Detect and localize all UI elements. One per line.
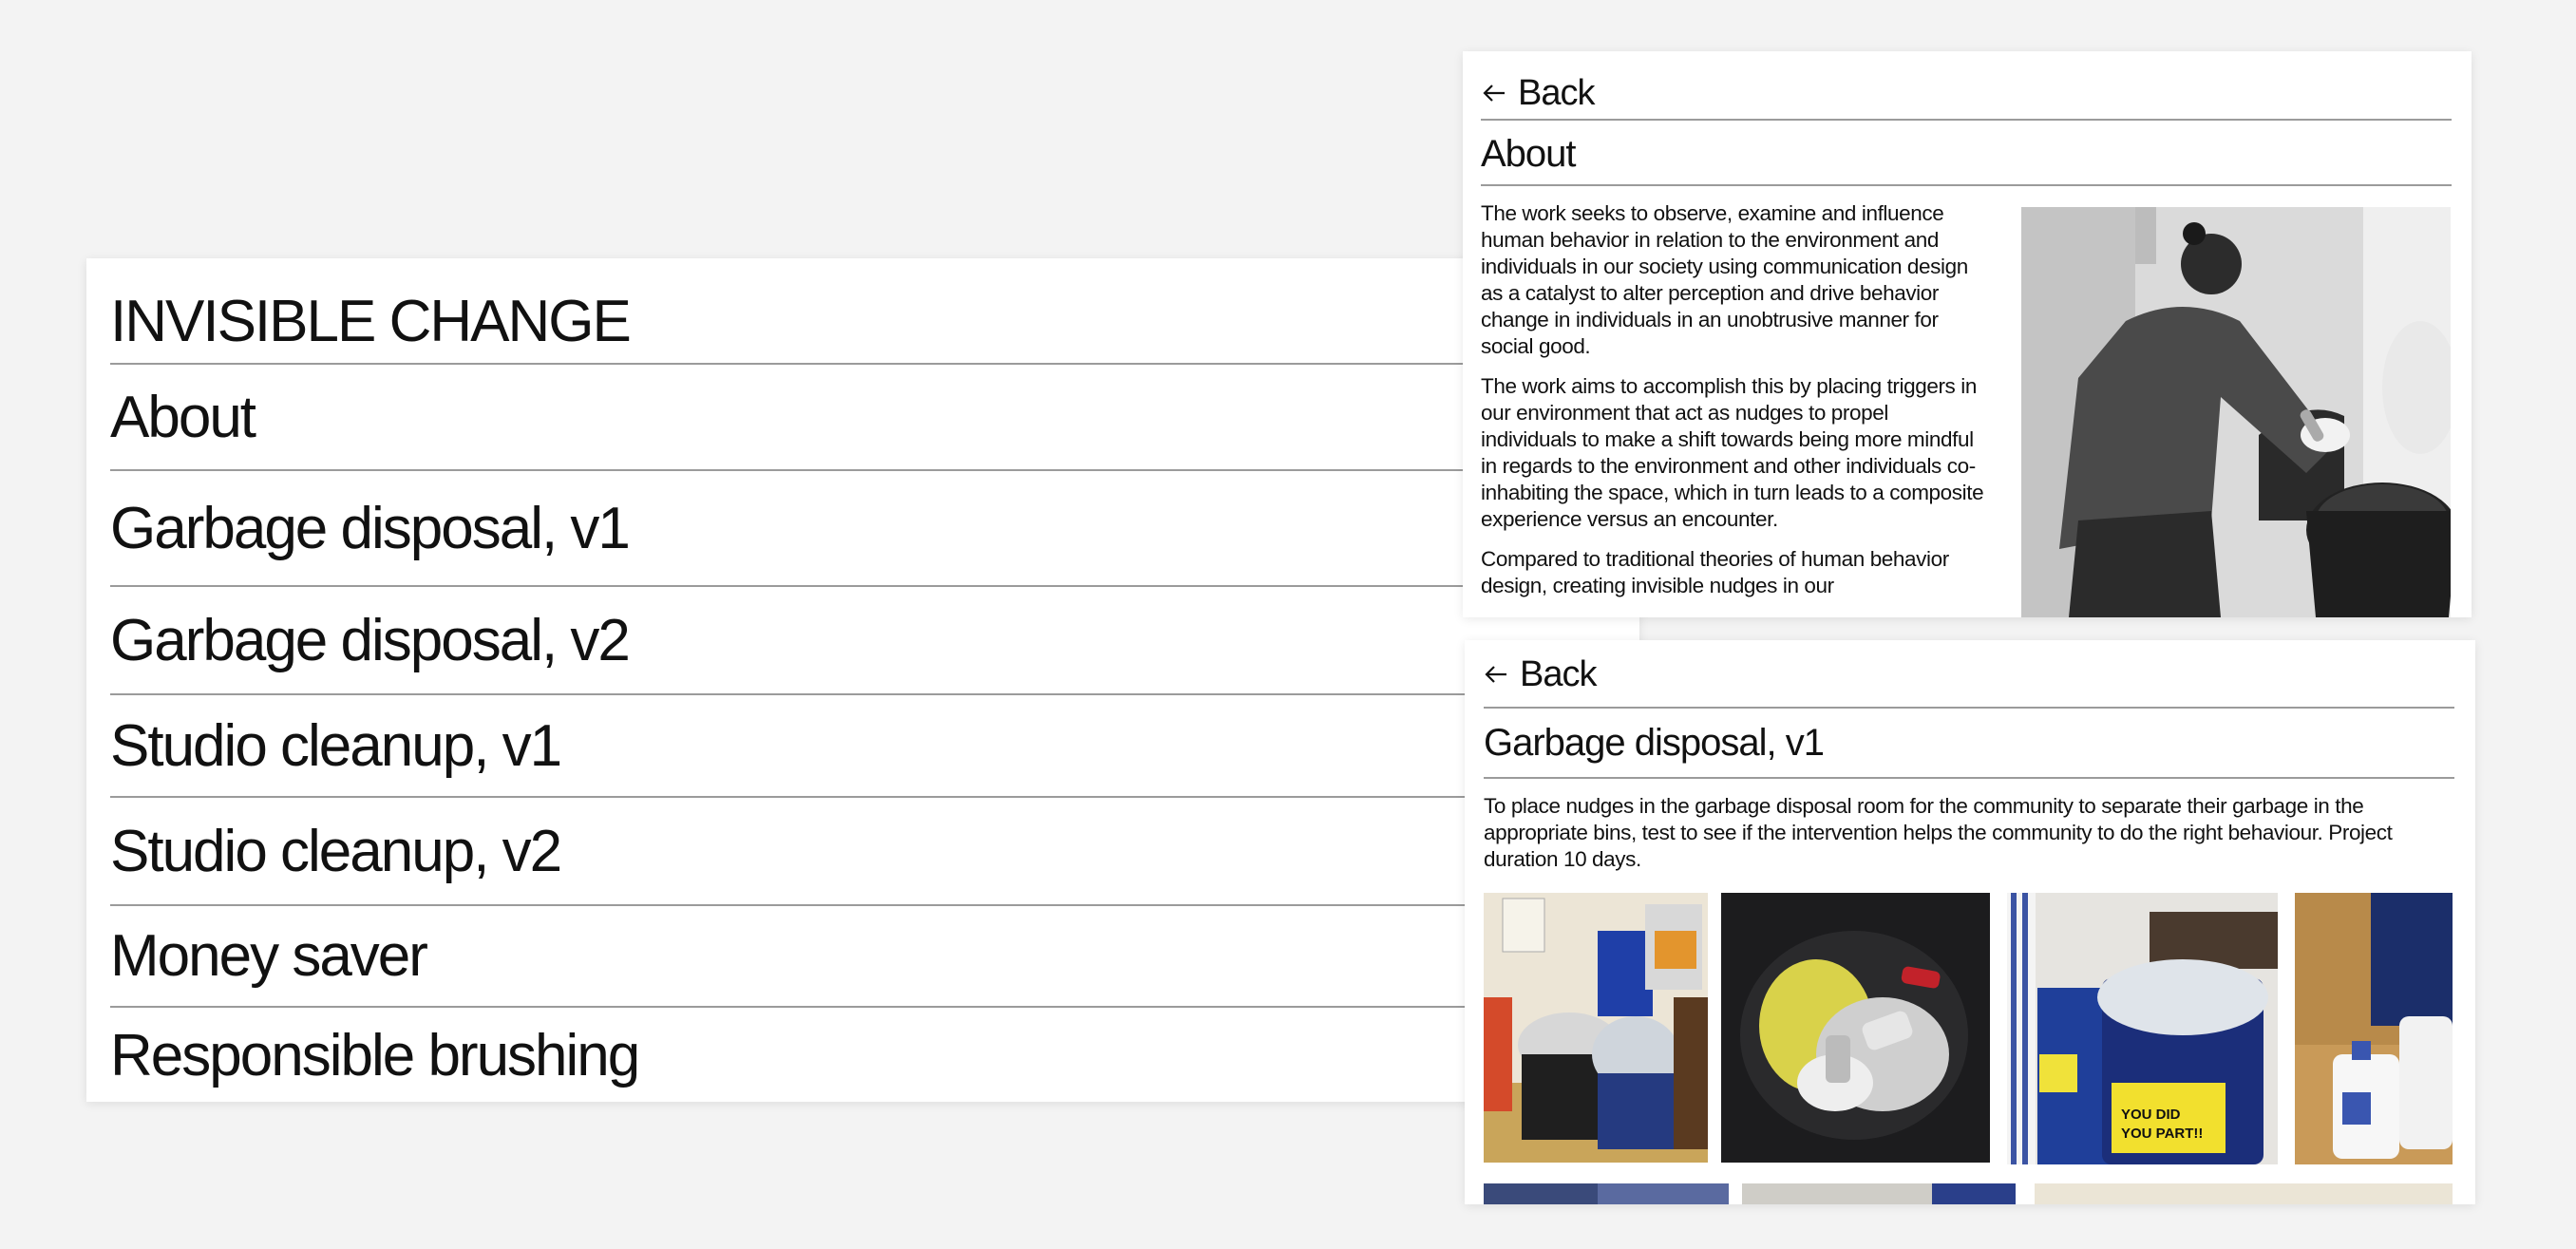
back-label: Back: [1518, 72, 1595, 113]
site-title[interactable]: INVISIBLE CHANGE: [110, 258, 1620, 365]
about-panel: Back About The work seeks to observe, ex…: [1463, 51, 2472, 617]
about-text: The work seeks to observe, examine and i…: [1481, 200, 1984, 613]
back-button[interactable]: Back: [1480, 66, 1595, 120]
menu-item-about[interactable]: About: [110, 365, 1620, 471]
gallery-photo-blue-bin-sign[interactable]: YOU DID YOU PART!!: [2007, 893, 2278, 1164]
arrow-left-icon: [1485, 666, 1506, 683]
gallery-photo-bottles[interactable]: [2295, 893, 2453, 1164]
gallery-photo-bins-corner[interactable]: [1484, 893, 1708, 1163]
bin-sign-text: YOU DID: [2121, 1107, 2181, 1123]
menu-item-studio-cleanup-v1[interactable]: Studio cleanup, v1: [110, 695, 1620, 798]
gallery-photo[interactable]: [1742, 1183, 2016, 1204]
menu-item-responsible-brushing[interactable]: Responsible brushing: [110, 1008, 1620, 1102]
gallery-photo[interactable]: [2035, 1183, 2453, 1204]
project-description: To place nudges in the garbage disposal …: [1484, 794, 2393, 871]
back-label: Back: [1520, 653, 1597, 694]
menu-item-garbage-disposal-v2[interactable]: Garbage disposal, v2: [110, 587, 1620, 695]
divider: [1484, 777, 2454, 779]
menu-item-money-saver[interactable]: Money saver: [110, 906, 1620, 1008]
about-photo-person-recycling: [2021, 207, 2451, 617]
gallery-photo-trash-bag[interactable]: [1721, 893, 1990, 1163]
garbage-disposal-panel: Back Garbage disposal, v1 To place nudge…: [1465, 640, 2475, 1204]
divider: [1484, 707, 2454, 709]
menu-item-garbage-disposal-v1[interactable]: Garbage disposal, v1: [110, 471, 1620, 587]
panel-heading: About: [1481, 133, 1577, 175]
bin-sign-text: YOU PART!!: [2121, 1126, 2203, 1142]
arrow-left-icon: [1483, 85, 1505, 102]
divider: [1481, 184, 2452, 186]
menu-item-studio-cleanup-v2[interactable]: Studio cleanup, v2: [110, 798, 1620, 906]
back-button[interactable]: Back: [1482, 648, 1597, 701]
panel-heading: Garbage disposal, v1: [1484, 722, 1825, 764]
divider: [1481, 119, 2452, 121]
about-paragraph: The work seeks to observe, examine and i…: [1481, 201, 1968, 358]
menu-panel: INVISIBLE CHANGE About Garbage disposal,…: [86, 258, 1639, 1102]
about-paragraph: The work aims to accomplish this by plac…: [1481, 374, 1984, 531]
gallery-photo[interactable]: [1484, 1183, 1729, 1204]
about-paragraph: Compared to traditional theories of huma…: [1481, 547, 1949, 597]
